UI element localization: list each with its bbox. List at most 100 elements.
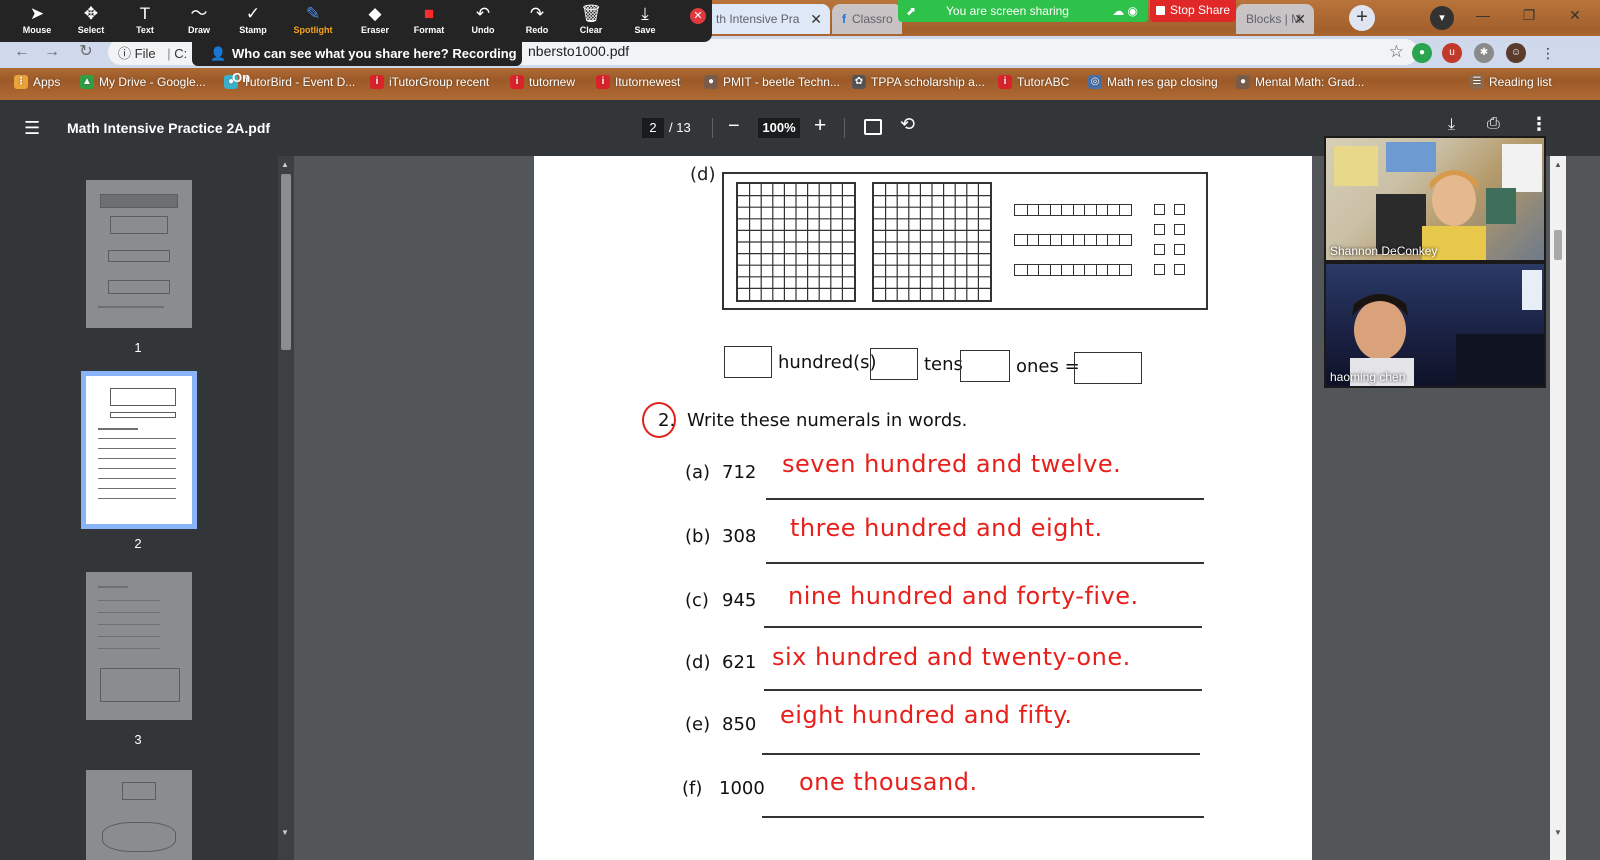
tool-text-button[interactable]: T Text bbox=[118, 3, 172, 35]
tool-clear-button[interactable]: 🗑 Clear bbox=[564, 3, 618, 35]
tool-save-button[interactable]: ⤓ Save bbox=[618, 3, 672, 35]
tool-redo-button[interactable]: ↷ Redo bbox=[510, 3, 564, 35]
scroll-down-icon[interactable]: ▼ bbox=[1554, 828, 1562, 837]
rod-divider bbox=[1118, 205, 1120, 215]
page-thumbnail-1[interactable] bbox=[86, 180, 192, 328]
tab-pdf[interactable]: th Intensive Pra ✕ bbox=[706, 4, 830, 34]
profile-avatar[interactable]: ☺ bbox=[1506, 43, 1526, 63]
restore-icon[interactable]: ❐ bbox=[1506, 0, 1552, 34]
bookmark-item[interactable]: i tutornew bbox=[510, 75, 575, 89]
scroll-up-icon[interactable]: ▲ bbox=[281, 160, 289, 169]
video-tile-host[interactable]: Shannon DeConkey bbox=[1324, 136, 1546, 262]
zoom-level-input[interactable]: 100% bbox=[758, 118, 800, 138]
total-answer-box[interactable] bbox=[1074, 352, 1142, 384]
document-title: Math Intensive Practice 2A.pdf bbox=[67, 120, 271, 136]
screen-sharing-banner[interactable]: ⬈ You are screen sharing ☁ ◉ bbox=[898, 0, 1148, 22]
scroll-down-icon[interactable]: ▼ bbox=[281, 828, 289, 837]
browser-menu-icon[interactable]: ⋮ bbox=[1538, 43, 1558, 63]
stop-share-button[interactable]: Stop Share bbox=[1150, 0, 1236, 22]
bookmark-item[interactable]: ◎ Math res gap closing bbox=[1088, 75, 1218, 89]
bookmark-item[interactable]: ⋮ Apps bbox=[14, 75, 60, 89]
zoom-in-icon[interactable]: + bbox=[814, 114, 826, 138]
reload-icon[interactable]: ↻ bbox=[74, 40, 98, 64]
rotate-icon[interactable]: ⟲ bbox=[900, 114, 915, 135]
close-tab-icon[interactable]: ✕ bbox=[1294, 11, 1306, 28]
recording-banner[interactable]: 👤 Who can see what you share here? Recor… bbox=[192, 42, 522, 85]
one-cube bbox=[1154, 244, 1165, 255]
tool-spotlight-button[interactable]: ✎ Spotlight bbox=[286, 3, 340, 35]
extensions-puzzle-icon[interactable]: ✱ bbox=[1474, 43, 1494, 63]
download-icon[interactable]: ⤓ bbox=[1448, 116, 1455, 134]
one-cube bbox=[1174, 264, 1185, 275]
close-annotation-icon[interactable]: ✕ bbox=[690, 8, 706, 24]
item-label: (a) bbox=[685, 462, 711, 483]
format-icon: ■ bbox=[423, 4, 435, 23]
bookmark-item[interactable]: ▲ My Drive - Google... bbox=[80, 75, 206, 89]
ones-word: ones = bbox=[1016, 356, 1080, 377]
tool-select-button[interactable]: ✥ Select bbox=[64, 3, 118, 35]
site-info[interactable]: ⓘ File | C: bbox=[118, 43, 187, 62]
page-thumbnail-4[interactable] bbox=[86, 770, 192, 860]
question-prompt: Write these numerals in words. bbox=[687, 410, 968, 431]
tab-classroom[interactable]: f Classro bbox=[832, 4, 902, 34]
ublock-icon[interactable]: u bbox=[1442, 43, 1462, 63]
zoom-out-icon[interactable]: − bbox=[728, 115, 740, 138]
handwritten-answer: three hundred and eight. bbox=[790, 514, 1103, 542]
sidebar-scrollbar[interactable]: ▲ ▼ bbox=[278, 156, 294, 860]
share-arrow-icon: ⬈ bbox=[906, 4, 917, 18]
rod-divider bbox=[1049, 205, 1051, 215]
page-number-input[interactable]: 2 bbox=[642, 118, 664, 138]
new-tab-button[interactable]: + bbox=[1349, 5, 1375, 31]
tool-label: Clear bbox=[579, 25, 603, 35]
rod-divider bbox=[1072, 205, 1074, 215]
scroll-up-icon[interactable]: ▲ bbox=[1554, 160, 1562, 169]
move-icon: ✥ bbox=[83, 4, 99, 23]
bookmark-star-icon[interactable]: ☆ bbox=[1389, 42, 1404, 62]
item-label: (c) bbox=[685, 590, 709, 611]
pdf-page: (d) hundred(s) tens ones = 2. Write thes… bbox=[534, 156, 1312, 860]
video-tile-student[interactable]: haoming chen bbox=[1324, 262, 1546, 388]
scrollbar-thumb[interactable] bbox=[281, 174, 291, 350]
bookmark-item[interactable]: i TutorABC bbox=[998, 75, 1069, 89]
menu-icon[interactable]: ☰ bbox=[24, 118, 40, 139]
bookmark-favicon-icon: i bbox=[998, 75, 1012, 89]
document-scrollbar[interactable]: ▲ ▼ bbox=[1550, 156, 1566, 860]
tool-stamp-button[interactable]: ✓ Stamp bbox=[226, 3, 280, 35]
base-ten-blocks-box bbox=[722, 172, 1208, 310]
minimize-icon[interactable]: — bbox=[1460, 0, 1506, 34]
thumb-line bbox=[98, 648, 160, 649]
rod-divider bbox=[1026, 265, 1028, 275]
tool-label: Spotlight bbox=[293, 25, 333, 35]
back-icon[interactable]: ← bbox=[10, 40, 34, 64]
ones-answer-box[interactable] bbox=[960, 350, 1010, 382]
hundreds-answer-box[interactable] bbox=[724, 346, 772, 378]
print-icon[interactable]: ⎙ bbox=[1487, 115, 1500, 133]
bookmark-item[interactable]: i iTutorGroup recent bbox=[370, 75, 489, 89]
bookmark-item[interactable]: ● Mental Math: Grad... bbox=[1236, 75, 1364, 89]
tool-undo-button[interactable]: ↶ Undo bbox=[456, 3, 510, 35]
window-close-icon[interactable]: ✕ bbox=[1552, 0, 1598, 34]
more-options-icon[interactable]: ⋮ bbox=[1530, 114, 1548, 135]
bookmark-item[interactable]: ● PMIT - beetle Techn... bbox=[704, 75, 840, 89]
bookmark-item[interactable]: ☰ Reading list bbox=[1470, 75, 1552, 89]
page-thumbnail-3[interactable] bbox=[86, 572, 192, 720]
tab-search-icon[interactable]: ▾ bbox=[1430, 6, 1454, 30]
item-numeral: 621 bbox=[722, 652, 757, 673]
extension-chat-icon[interactable]: ● bbox=[1412, 43, 1432, 63]
tool-mouse-button[interactable]: ➤ Mouse bbox=[10, 3, 64, 35]
tool-draw-button[interactable]: 〜 Draw bbox=[172, 3, 226, 35]
scrollbar-thumb[interactable] bbox=[1554, 230, 1562, 260]
tool-label: Save bbox=[634, 25, 656, 35]
tool-eraser-button[interactable]: ◆ Eraser bbox=[348, 3, 402, 35]
page-thumbnail-2[interactable] bbox=[81, 371, 197, 529]
tool-format-button[interactable]: ■ Format bbox=[402, 3, 456, 35]
bookmark-item[interactable]: ✿ TPPA scholarship a... bbox=[852, 75, 985, 89]
fit-page-icon[interactable] bbox=[864, 119, 882, 135]
item-label: (d) bbox=[685, 652, 711, 673]
close-tab-icon[interactable]: ✕ bbox=[810, 11, 822, 28]
tab-blocks[interactable]: Blocks | M ✕ bbox=[1236, 4, 1314, 34]
forward-icon[interactable]: → bbox=[40, 40, 64, 64]
tens-answer-box[interactable] bbox=[870, 348, 918, 380]
bookmark-label: Math res gap closing bbox=[1107, 75, 1218, 89]
bookmark-item[interactable]: i Itutornewest bbox=[596, 75, 680, 89]
